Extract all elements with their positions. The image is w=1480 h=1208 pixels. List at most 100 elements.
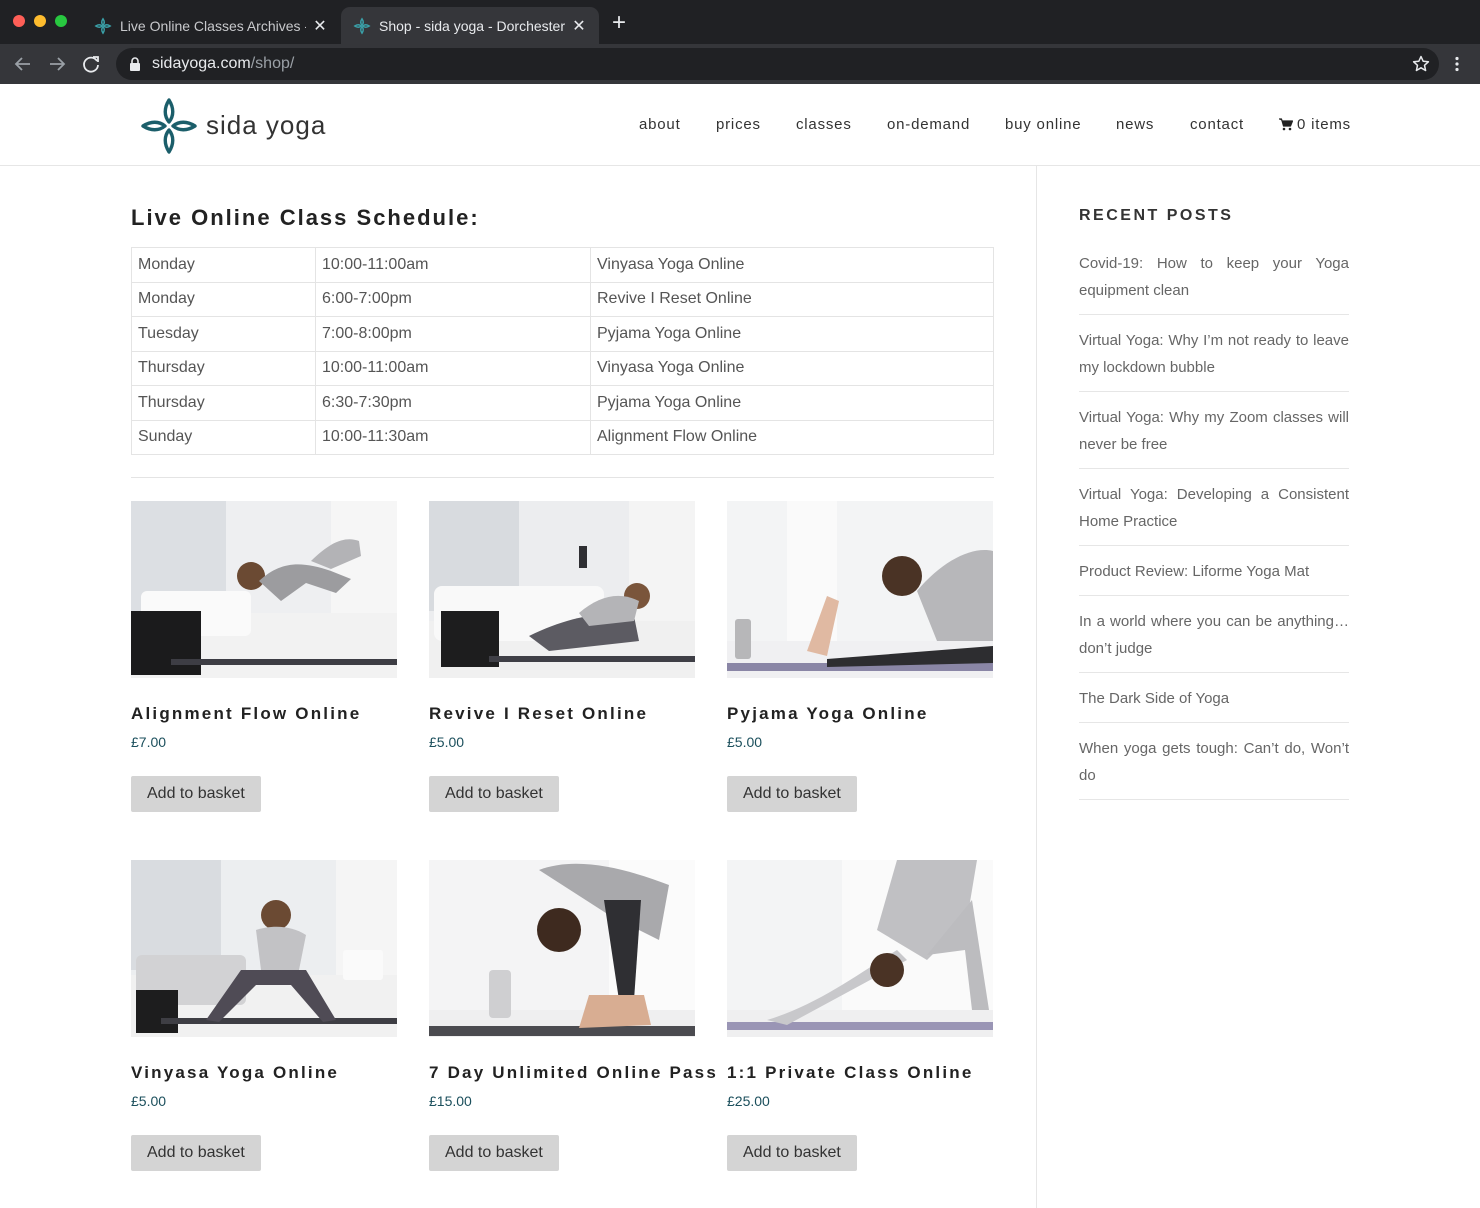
recent-posts-list: Covid-19: How to keep your Yoga equipmen… (1079, 240, 1349, 800)
recent-post-link[interactable]: When yoga gets tough: Can’t do, Won’t do (1079, 735, 1349, 789)
add-to-basket-button[interactable]: Add to basket (429, 776, 559, 812)
site-header: sida yoga about prices classes on-demand… (0, 84, 1480, 166)
schedule-row: Thursday 10:00-11:00am Vinyasa Yoga Online (131, 350, 994, 386)
back-arrow-icon[interactable] (12, 53, 34, 75)
schedule-row: Monday 10:00-11:00am Vinyasa Yoga Online (131, 247, 994, 283)
schedule-day-cell: Thursday (131, 385, 316, 421)
product-card: 7 Day Unlimited Online Pass £15.00 Add t… (429, 860, 716, 1171)
recent-post-link[interactable]: Product Review: Liforme Yoga Mat (1079, 558, 1349, 585)
product-name[interactable]: Vinyasa Yoga Online (131, 1063, 339, 1083)
recent-post-item: In a world where you can be anything… do… (1079, 596, 1349, 673)
bookmark-star-icon[interactable] (1412, 55, 1430, 73)
browser-tab-shop[interactable]: Shop - sida yoga - Dorchester, ✕ (341, 7, 599, 44)
lock-icon[interactable] (129, 57, 141, 71)
recent-post-item: When yoga gets tough: Can’t do, Won’t do (1079, 723, 1349, 800)
product-card: 1:1 Private Class Online £25.00 Add to b… (727, 860, 993, 1171)
recent-post-link[interactable]: Virtual Yoga: Why my Zoom classes will n… (1079, 404, 1349, 458)
product-photo-yoga-wide-squat[interactable] (131, 860, 397, 1037)
nav-link-cart[interactable]: 0 items (1279, 116, 1351, 133)
product-photo-yoga-crow-pose[interactable] (131, 501, 397, 678)
recent-post-link[interactable]: Covid-19: How to keep your Yoga equipmen… (1079, 250, 1349, 304)
address-bar[interactable]: sidayoga.com/shop/ (116, 48, 1439, 80)
schedule-class-cell: Vinyasa Yoga Online (590, 350, 994, 386)
section-divider (131, 477, 994, 478)
browser-toolbar: sidayoga.com/shop/ (0, 44, 1480, 84)
product-photo-yoga-standing-fold[interactable] (429, 860, 695, 1037)
product-name[interactable]: Pyjama Yoga Online (727, 704, 928, 724)
nav-link-classes[interactable]: classes (796, 116, 852, 133)
schedule-day-cell: Thursday (131, 350, 316, 386)
recent-post-item: Virtual Yoga: Why my Zoom classes will n… (1079, 392, 1349, 469)
schedule-class-cell: Pyjama Yoga Online (590, 316, 994, 352)
nav-link-prices[interactable]: prices (716, 116, 761, 133)
product-price: £25.00 (727, 1093, 770, 1109)
nav-link-buy-online[interactable]: buy online (1005, 116, 1081, 133)
recent-post-item: Covid-19: How to keep your Yoga equipmen… (1079, 240, 1349, 315)
schedule-class-cell: Alignment Flow Online (590, 419, 994, 455)
recent-post-item: Product Review: Liforme Yoga Mat (1079, 546, 1349, 596)
schedule-row: Thursday 6:30-7:30pm Pyjama Yoga Online (131, 385, 994, 421)
product-photo-yoga-forward-fold[interactable] (727, 501, 993, 678)
nav-link-on-demand[interactable]: on-demand (887, 116, 970, 133)
tab-title: Shop - sida yoga - Dorchester, (379, 17, 565, 34)
recent-post-link[interactable]: In a world where you can be anything… do… (1079, 608, 1349, 662)
schedule-time-cell: 6:00-7:00pm (315, 281, 591, 317)
main-navigation: about prices classes on-demand buy onlin… (0, 116, 1480, 136)
product-card: Pyjama Yoga Online £5.00 Add to basket (727, 501, 993, 812)
new-tab-button[interactable]: + (612, 11, 626, 35)
product-name[interactable]: 7 Day Unlimited Online Pass (429, 1063, 718, 1083)
class-schedule-table: Monday 10:00-11:00am Vinyasa Yoga Online Mo… (131, 247, 994, 455)
url-path: /shop/ (250, 55, 295, 72)
schedule-time-cell: 10:00-11:30am (315, 419, 591, 455)
product-card: Revive I Reset Online £5.00 Add to baske… (429, 501, 695, 812)
schedule-day-cell: Tuesday (131, 316, 316, 352)
forward-arrow-icon[interactable] (46, 53, 68, 75)
nav-link-news[interactable]: news (1116, 116, 1154, 133)
browser-tab-live-online-classes[interactable]: Live Online Classes Archives - ✕ (82, 7, 340, 44)
product-photo-yoga-downward-dog[interactable] (727, 860, 993, 1037)
schedule-class-cell: Revive I Reset Online (590, 281, 994, 317)
window-close-button[interactable] (13, 15, 25, 27)
schedule-row: Sunday 10:00-11:30am Alignment Flow Online (131, 419, 994, 455)
add-to-basket-button[interactable]: Add to basket (727, 1135, 857, 1171)
window-minimize-button[interactable] (34, 15, 46, 27)
product-card: Alignment Flow Online £7.00 Add to baske… (131, 501, 397, 812)
schedule-day-cell: Monday (131, 281, 316, 317)
schedule-time-cell: 10:00-11:00am (315, 350, 591, 386)
add-to-basket-button[interactable]: Add to basket (429, 1135, 559, 1171)
url-text[interactable]: sidayoga.com/shop/ (152, 55, 294, 73)
product-name[interactable]: Alignment Flow Online (131, 704, 361, 724)
product-name[interactable]: 1:1 Private Class Online (727, 1063, 974, 1083)
product-price: £15.00 (429, 1093, 472, 1109)
recent-post-link[interactable]: Virtual Yoga: Developing a Consistent Ho… (1079, 481, 1349, 535)
recent-posts-heading: RECENT POSTS (1079, 207, 1234, 224)
reload-icon[interactable] (80, 53, 102, 75)
product-price: £7.00 (131, 734, 167, 750)
schedule-day-cell: Monday (131, 247, 316, 283)
tab-close-icon[interactable]: ✕ (312, 16, 328, 36)
content-sidebar-divider (1036, 166, 1037, 1208)
product-price: £5.00 (727, 734, 763, 750)
sida-yoga-favicon-icon (353, 17, 371, 34)
tab-title: Live Online Classes Archives - (120, 17, 306, 34)
nav-link-about[interactable]: about (639, 116, 681, 133)
tab-close-icon[interactable]: ✕ (571, 16, 587, 36)
add-to-basket-button[interactable]: Add to basket (131, 1135, 261, 1171)
product-card: Vinyasa Yoga Online £5.00 Add to basket (131, 860, 397, 1171)
schedule-time-cell: 7:00-8:00pm (315, 316, 591, 352)
product-price: £5.00 (131, 1093, 167, 1109)
recent-post-item: Virtual Yoga: Developing a Consistent Ho… (1079, 469, 1349, 546)
cart-count-label: 0 items (1297, 116, 1351, 133)
product-price: £5.00 (429, 734, 465, 750)
browser-menu-icon[interactable] (1449, 56, 1465, 72)
recent-post-link[interactable]: The Dark Side of Yoga (1079, 685, 1349, 712)
recent-post-link[interactable]: Virtual Yoga: Why I’m not ready to leave… (1079, 327, 1349, 381)
window-zoom-button[interactable] (55, 15, 67, 27)
browser-tab-bar: Live Online Classes Archives - ✕ Shop - … (0, 0, 1480, 44)
add-to-basket-button[interactable]: Add to basket (727, 776, 857, 812)
product-photo-yoga-side-stretch[interactable] (429, 501, 695, 678)
product-name[interactable]: Revive I Reset Online (429, 704, 648, 724)
add-to-basket-button[interactable]: Add to basket (131, 776, 261, 812)
sida-yoga-favicon-icon (94, 17, 112, 34)
nav-link-contact[interactable]: contact (1190, 116, 1244, 133)
